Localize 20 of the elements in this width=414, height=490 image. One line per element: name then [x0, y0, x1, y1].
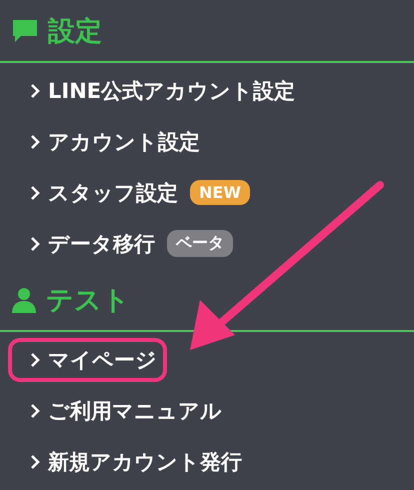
menu-item[interactable]: アカウント設定 — [8, 120, 210, 164]
chevron-icon — [30, 134, 40, 150]
menu-item[interactable]: スタッフ設定 — [8, 170, 188, 214]
chevron-icon — [30, 402, 40, 418]
chat-bubble-icon — [12, 18, 38, 42]
menu-item[interactable]: データ移行 — [8, 222, 165, 266]
chevron-icon — [30, 352, 40, 368]
chevron-icon — [30, 82, 40, 98]
menu-item[interactable]: マイページ — [8, 338, 167, 382]
badge: ベータ — [167, 230, 233, 257]
section-title: テスト — [46, 284, 130, 318]
chevron-icon — [30, 454, 40, 470]
person-icon — [12, 286, 36, 312]
menu-item[interactable]: ご利用マニュアル — [8, 388, 232, 432]
section-title: 設定 — [48, 14, 102, 48]
menu-item[interactable]: 新規アカウント発行 — [8, 440, 252, 484]
chevron-icon — [30, 184, 40, 200]
menu-item[interactable]: LINE公式アカウント設定 — [8, 68, 306, 112]
badge: NEW — [190, 180, 250, 205]
chevron-icon — [30, 236, 40, 252]
